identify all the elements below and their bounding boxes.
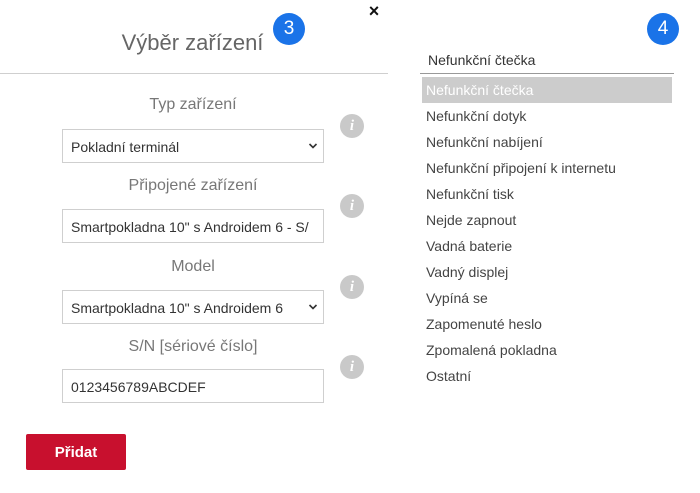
fault-option[interactable]: Vypíná se (422, 285, 672, 311)
serial-number-input[interactable]: 0123456789ABCDEF (62, 369, 324, 403)
title-divider (0, 73, 388, 74)
fault-option[interactable]: Vadná baterie (422, 233, 672, 259)
fault-option[interactable]: Ostatní (422, 363, 672, 389)
model-value: Smartpokladna 10" s Androidem 6 (71, 300, 283, 316)
connected-device-value: Smartpokladna 10" s Androidem 6 - S/ (71, 219, 309, 235)
fault-option[interactable]: Nefunkční dotyk (422, 103, 672, 129)
device-type-label: Typ zařízení (149, 96, 237, 113)
fault-option[interactable]: Nefunkční čtečka (422, 77, 672, 103)
device-type-value: Pokladní terminál (71, 139, 180, 155)
device-type-select[interactable]: Pokladní terminál (62, 129, 324, 163)
dialog-title: Výběr zařízení (121, 30, 264, 55)
close-icon[interactable]: × (366, 2, 382, 20)
fault-options-list: Nefunkční čtečka Nefunkční dotyk Nefunkční… (422, 77, 672, 389)
connected-device-input[interactable]: Smartpokladna 10" s Androidem 6 - S/ (62, 209, 324, 243)
fault-option[interactable]: Zpomalená pokladna (422, 337, 672, 363)
info-icon[interactable]: i (340, 194, 364, 218)
fault-option[interactable]: Zapomenuté heslo (422, 311, 672, 337)
fault-selected-value[interactable]: Nefunkční čtečka (420, 46, 674, 74)
fault-option[interactable]: Nefunkční nabíjení (422, 129, 672, 155)
connected-device-label: Připojené zařízení (128, 177, 258, 194)
info-icon[interactable]: i (340, 275, 364, 299)
chevron-down-icon (308, 304, 318, 310)
serial-number-label: S/N [sériové číslo] (128, 338, 258, 355)
chevron-down-icon (308, 143, 318, 149)
model-select[interactable]: Smartpokladna 10" s Androidem 6 (62, 290, 324, 324)
add-button[interactable]: Přidat (26, 434, 126, 470)
info-icon[interactable]: i (340, 114, 364, 138)
info-icon[interactable]: i (340, 355, 364, 379)
serial-number-value: 0123456789ABCDEF (71, 379, 206, 395)
device-selection-dialog: × Výběr zařízení 3 Typ zařízení Pokladní… (0, 0, 390, 493)
fault-option[interactable]: Vadný displej (422, 259, 672, 285)
fault-option[interactable]: Nejde zapnout (422, 207, 672, 233)
step-badge-3: 3 (273, 13, 305, 45)
model-label: Model (171, 258, 215, 275)
step-badge-4: 4 (647, 13, 679, 45)
fault-option[interactable]: Nefunkční tisk (422, 181, 672, 207)
fault-option[interactable]: Nefunkční připojení k internetu (422, 155, 672, 181)
